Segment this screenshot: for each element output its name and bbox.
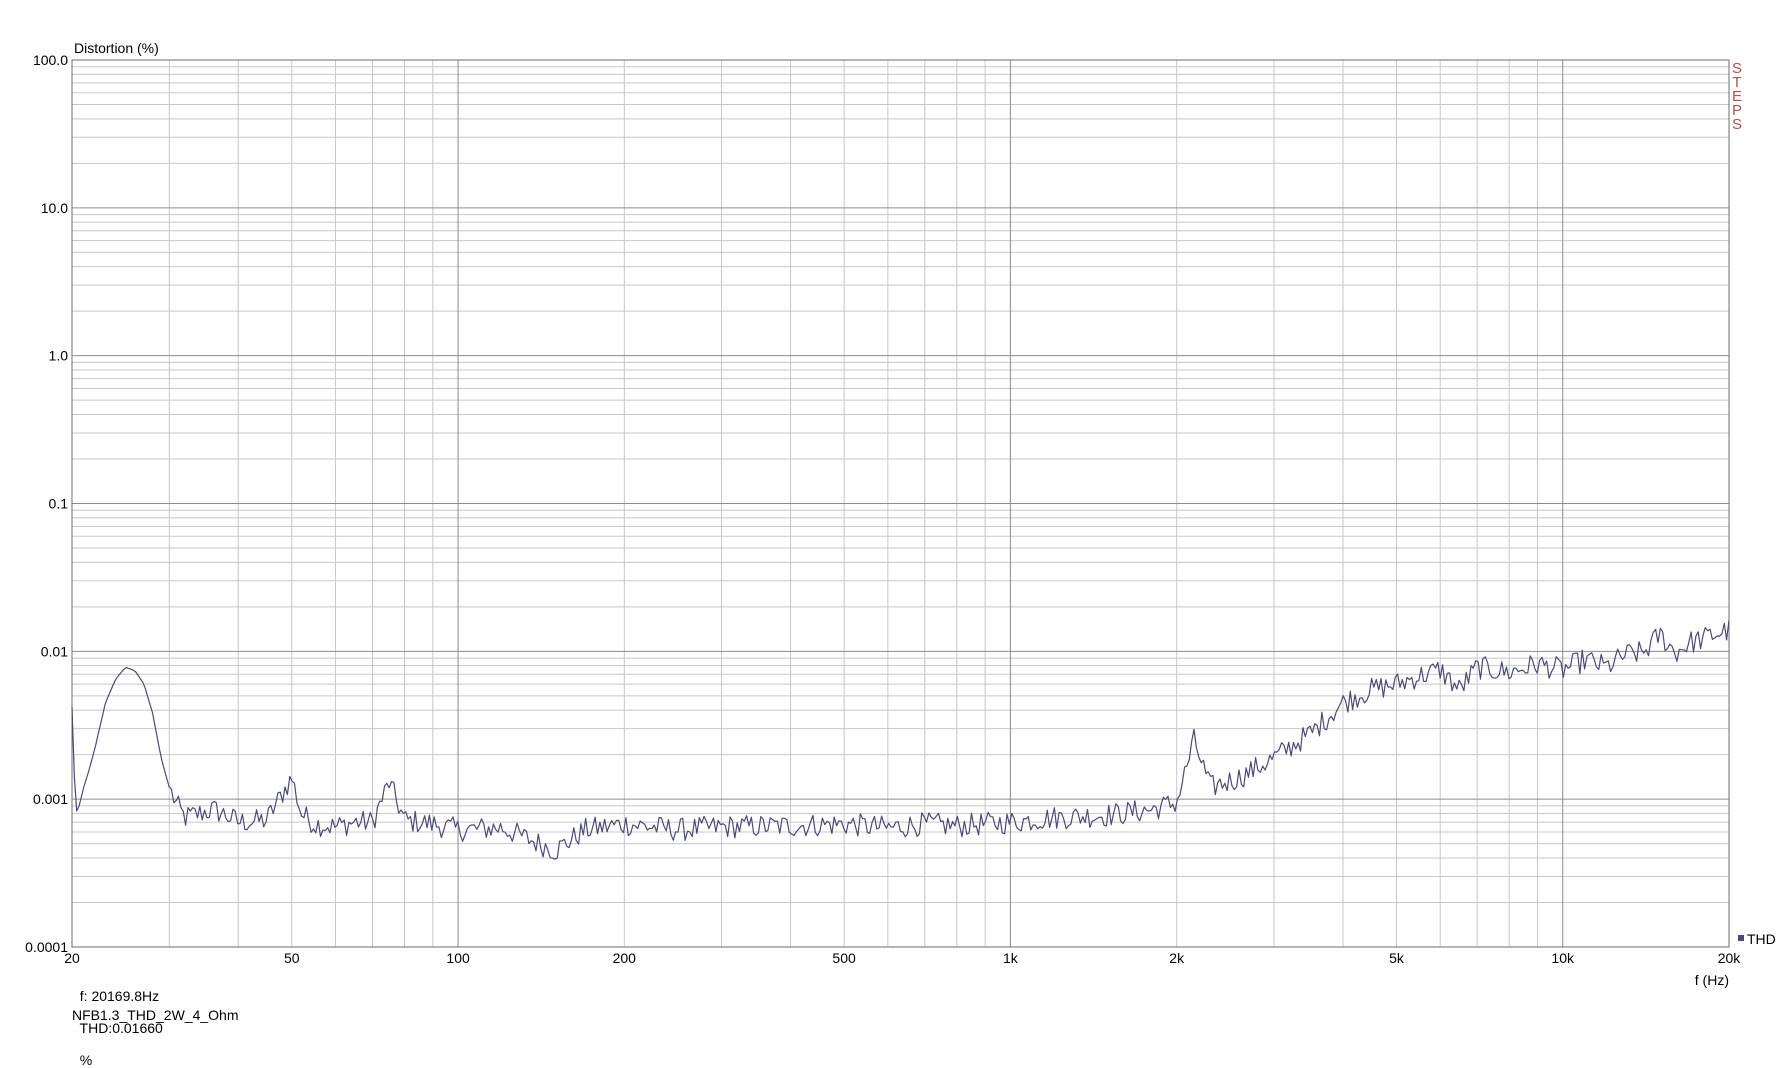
x-tick-label: 5k [1389, 950, 1405, 966]
steps-watermark: STEPS [1732, 60, 1742, 133]
measurement-file-name: NFB1.3_THD_2W_4_Ohm [72, 1007, 239, 1023]
y-tick-label: 1.0 [49, 348, 69, 364]
cursor-unit: % [79, 1052, 93, 1068]
y-axis-label: Distortion (%) [74, 40, 159, 56]
legend-swatch-thd [1738, 935, 1744, 941]
x-tick-label: 1k [1003, 950, 1019, 966]
y-tick-label: 10.0 [41, 200, 68, 216]
x-axis-label: f (Hz) [1695, 972, 1729, 988]
x-tick-label: 2k [1169, 950, 1185, 966]
steps-watermark-letter: S [1732, 116, 1742, 133]
x-tick-label: 20k [1718, 950, 1742, 966]
y-tick-label: 0.01 [41, 643, 68, 659]
legend-label-thd: THD [1747, 931, 1776, 947]
x-tick-label: 10k [1551, 950, 1575, 966]
y-tick-label: 0.1 [49, 496, 69, 512]
cursor-frequency: f: 20169.8Hz [79, 988, 160, 1004]
series-line-thd [71, 620, 1730, 860]
grid-minor-horizontal [72, 66, 1729, 903]
x-tick-labels: 20 50 100 200 500 1k 2k 5k 10k 20k [64, 950, 1741, 966]
legend: THD [1738, 931, 1776, 947]
y-tick-labels: 100.0 10.0 1.0 0.1 0.01 0.001 0.0001 [25, 52, 68, 955]
y-tick-label: 100.0 [33, 52, 68, 68]
x-tick-label: 100 [446, 950, 470, 966]
thd-chart: 20 50 100 200 500 1k 2k 5k 10k 20k 100.010.01.00.… [25, 40, 1776, 988]
x-tick-label: 200 [613, 950, 637, 966]
y-tick-label: 0.001 [33, 791, 68, 807]
x-tick-label: 50 [284, 950, 300, 966]
y-tick-label: 0.0001 [25, 939, 68, 955]
x-tick-label: 500 [832, 950, 856, 966]
